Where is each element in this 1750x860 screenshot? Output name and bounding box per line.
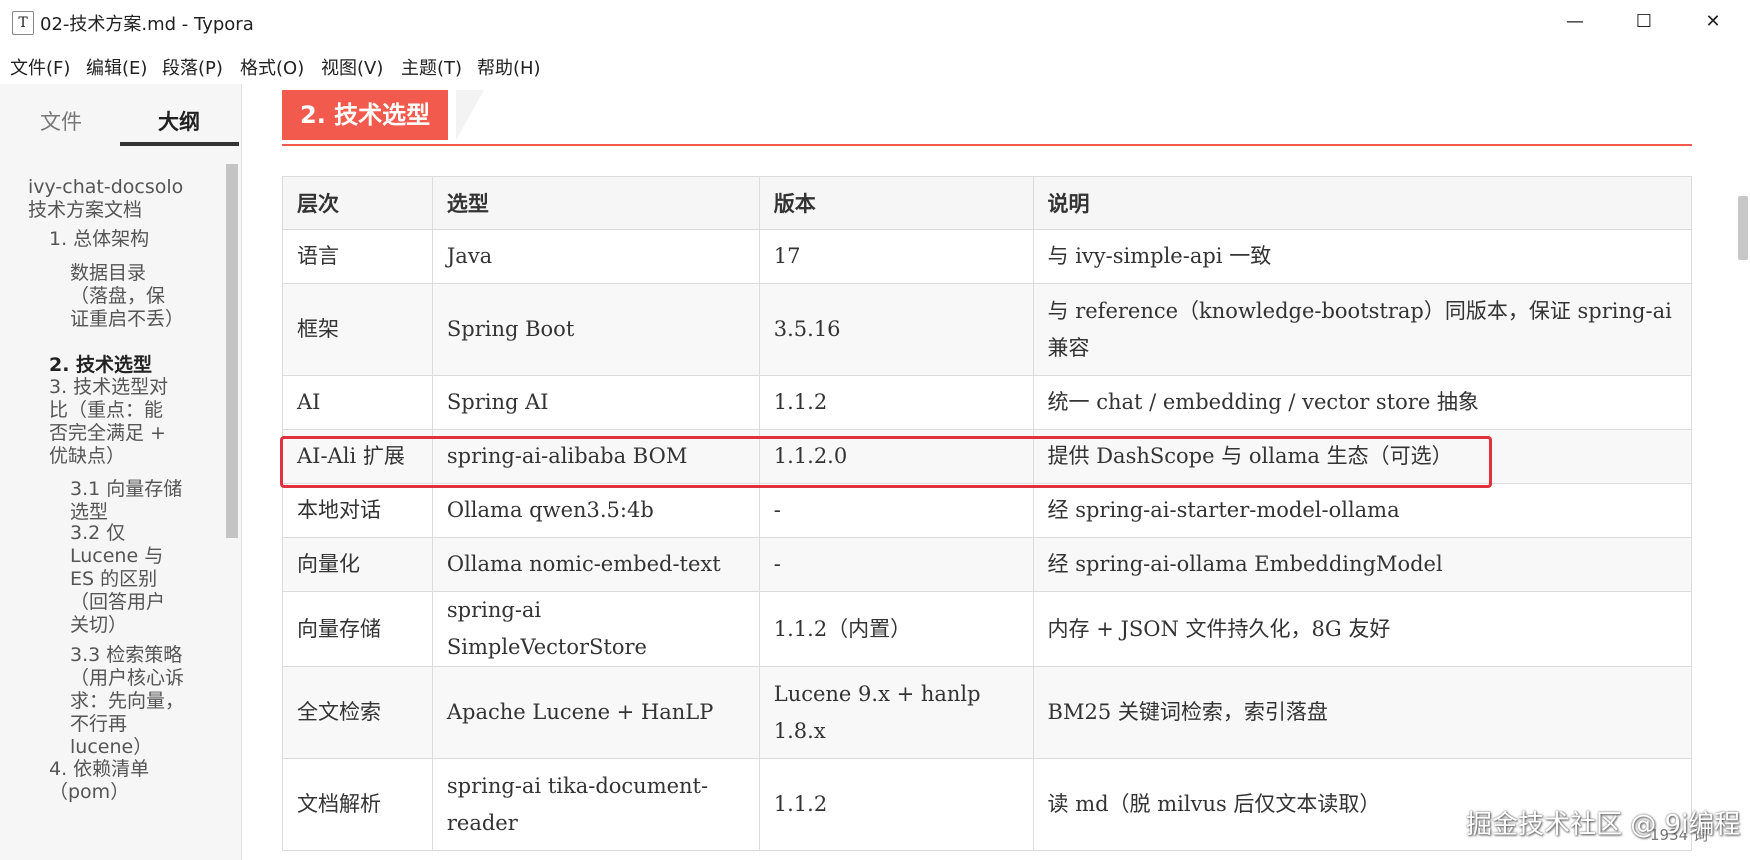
menu-view[interactable]: 视图(V): [321, 54, 383, 80]
menu-paragraph[interactable]: 段落(P): [162, 54, 223, 80]
heading-decoration: [456, 90, 484, 140]
menu-edit[interactable]: 编辑(E): [86, 54, 147, 80]
table-cell: Ollama nomic-embed-text: [431, 537, 760, 592]
table-cell: -: [758, 483, 1034, 538]
table-cell: spring-ai SimpleVectorStore: [431, 591, 760, 667]
menu-bar: 文件(F) 编辑(E) 段落(P) 格式(O) 视图(V) 主题(T) 帮助(H…: [0, 48, 1750, 82]
title-bar: T 02-技术方案.md - Typora — ☐ ✕: [0, 0, 1750, 44]
table-cell: AI: [282, 375, 433, 430]
table-header-row: 层次 选型 版本 说明: [282, 176, 1693, 230]
heading-underline: [282, 144, 1692, 146]
table-row: 语言 Java 17 与 ivy-simple-api 一致: [282, 229, 1693, 284]
table-row: 向量存储 spring-ai SimpleVectorStore 1.1.2（内…: [282, 591, 1693, 667]
tab-outline[interactable]: 大纲: [158, 106, 200, 136]
table-row-highlighted: AI-Ali 扩展 spring-ai-alibaba BOM 1.1.2.0 …: [282, 429, 1693, 484]
typora-app-icon: T: [12, 11, 34, 35]
editor-area[interactable]: 2. 技术选型 层次 选型 版本 说明 语言 Java 17 与 ivy-sim…: [242, 84, 1736, 860]
table-cell: 经 spring-ai-starter-model-ollama: [1032, 483, 1693, 538]
table-cell: Ollama qwen3.5:4b: [431, 483, 760, 538]
maximize-button[interactable]: ☐: [1624, 6, 1664, 38]
outline-item-active[interactable]: 2. 技术选型: [49, 354, 199, 377]
minimize-button[interactable]: —: [1555, 6, 1595, 38]
menu-theme[interactable]: 主题(T): [401, 54, 462, 80]
table-cell: 向量存储: [282, 591, 433, 667]
table-cell: AI-Ali 扩展: [282, 429, 433, 484]
outline-item[interactable]: 3. 技术选型对比（重点：能否完全满足 + 优缺点）: [49, 376, 179, 468]
tab-files[interactable]: 文件: [40, 106, 82, 136]
tech-selection-table: 层次 选型 版本 说明 语言 Java 17 与 ivy-simple-api …: [282, 176, 1693, 851]
active-tab-indicator: [120, 142, 239, 146]
table-cell: 全文检索: [282, 666, 433, 759]
table-cell: spring-ai tika-document-reader: [431, 758, 760, 851]
table-row: 向量化 Ollama nomic-embed-text - 经 spring-a…: [282, 537, 1693, 592]
table-cell: -: [758, 537, 1034, 592]
table-header: 选型: [431, 176, 760, 230]
table-cell: Java: [431, 229, 760, 284]
table-cell: 1.1.2.0: [758, 429, 1034, 484]
close-button[interactable]: ✕: [1693, 6, 1733, 38]
table-cell: 内存 + JSON 文件持久化，8G 友好: [1032, 591, 1693, 667]
table-cell: 提供 DashScope 与 ollama 生态（可选）: [1032, 429, 1693, 484]
table-cell: 向量化: [282, 537, 433, 592]
table-cell: Apache Lucene + HanLP: [431, 666, 760, 759]
editor-scrollbar[interactable]: [1738, 196, 1748, 260]
table-cell: 3.5.16: [758, 283, 1034, 376]
section-heading: 2. 技术选型: [282, 90, 1692, 146]
menu-help[interactable]: 帮助(H): [477, 54, 541, 80]
table-cell: BM25 关键词检索，索引落盘: [1032, 666, 1693, 759]
table-cell: Spring Boot: [431, 283, 760, 376]
table-cell: 经 spring-ai-ollama EmbeddingModel: [1032, 537, 1693, 592]
watermark: 掘金技术社区 @ 9i编程: [1466, 810, 1741, 840]
table-cell: Spring AI: [431, 375, 760, 430]
table-cell: 文档解析: [282, 758, 433, 851]
outline-item[interactable]: 3.3 检索策略（用户核心诉求：先向量，不行再 lucene）: [70, 644, 200, 759]
outline-item[interactable]: 4. 依赖清单（pom）: [49, 758, 199, 804]
table-cell: Lucene 9.x + hanlp 1.8.x: [758, 666, 1034, 759]
table-cell: 统一 chat / embedding / vector store 抽象: [1032, 375, 1693, 430]
table-header: 版本: [758, 176, 1034, 230]
table-cell: spring-ai-alibaba BOM: [431, 429, 760, 484]
outline-item[interactable]: 数据目录（落盘，保证重启不丢）: [70, 262, 184, 331]
table-row: 本地对话 Ollama qwen3.5:4b - 经 spring-ai-sta…: [282, 483, 1693, 538]
table-cell: 本地对话: [282, 483, 433, 538]
table-cell: 与 reference（knowledge-bootstrap）同版本，保证 s…: [1032, 283, 1693, 376]
table-row: AI Spring AI 1.1.2 统一 chat / embedding /…: [282, 375, 1693, 430]
table-cell: 框架: [282, 283, 433, 376]
table-header: 说明: [1032, 176, 1693, 230]
outline-item[interactable]: 3.2 仅 Lucene 与 ES 的区别（回答用户关切）: [70, 522, 180, 637]
outline-item[interactable]: 3.1 向量存储选型: [70, 478, 200, 524]
table-row: 全文检索 Apache Lucene + HanLP Lucene 9.x + …: [282, 666, 1693, 759]
sidebar: 文件 大纲 ivy-chat-docsolo 技术方案文档 1. 总体架构 数据…: [0, 84, 242, 860]
sidebar-scrollbar[interactable]: [226, 164, 238, 538]
window-title: 02-技术方案.md - Typora: [40, 14, 254, 35]
table-cell: 1.1.2（内置）: [758, 591, 1034, 667]
table-header: 层次: [282, 176, 433, 230]
table-cell: 语言: [282, 229, 433, 284]
menu-format[interactable]: 格式(O): [240, 54, 304, 80]
table-cell: 17: [758, 229, 1034, 284]
table-row: 框架 Spring Boot 3.5.16 与 reference（knowle…: [282, 283, 1693, 376]
table-cell: 与 ivy-simple-api 一致: [1032, 229, 1693, 284]
outline-item[interactable]: 1. 总体架构: [49, 228, 199, 251]
menu-file[interactable]: 文件(F): [10, 54, 70, 80]
table-cell: 1.1.2: [758, 375, 1034, 430]
heading-text: 2. 技术选型: [282, 90, 449, 140]
outline-item[interactable]: ivy-chat-docsolo 技术方案文档: [28, 176, 198, 222]
table-cell: 1.1.2: [758, 758, 1034, 851]
